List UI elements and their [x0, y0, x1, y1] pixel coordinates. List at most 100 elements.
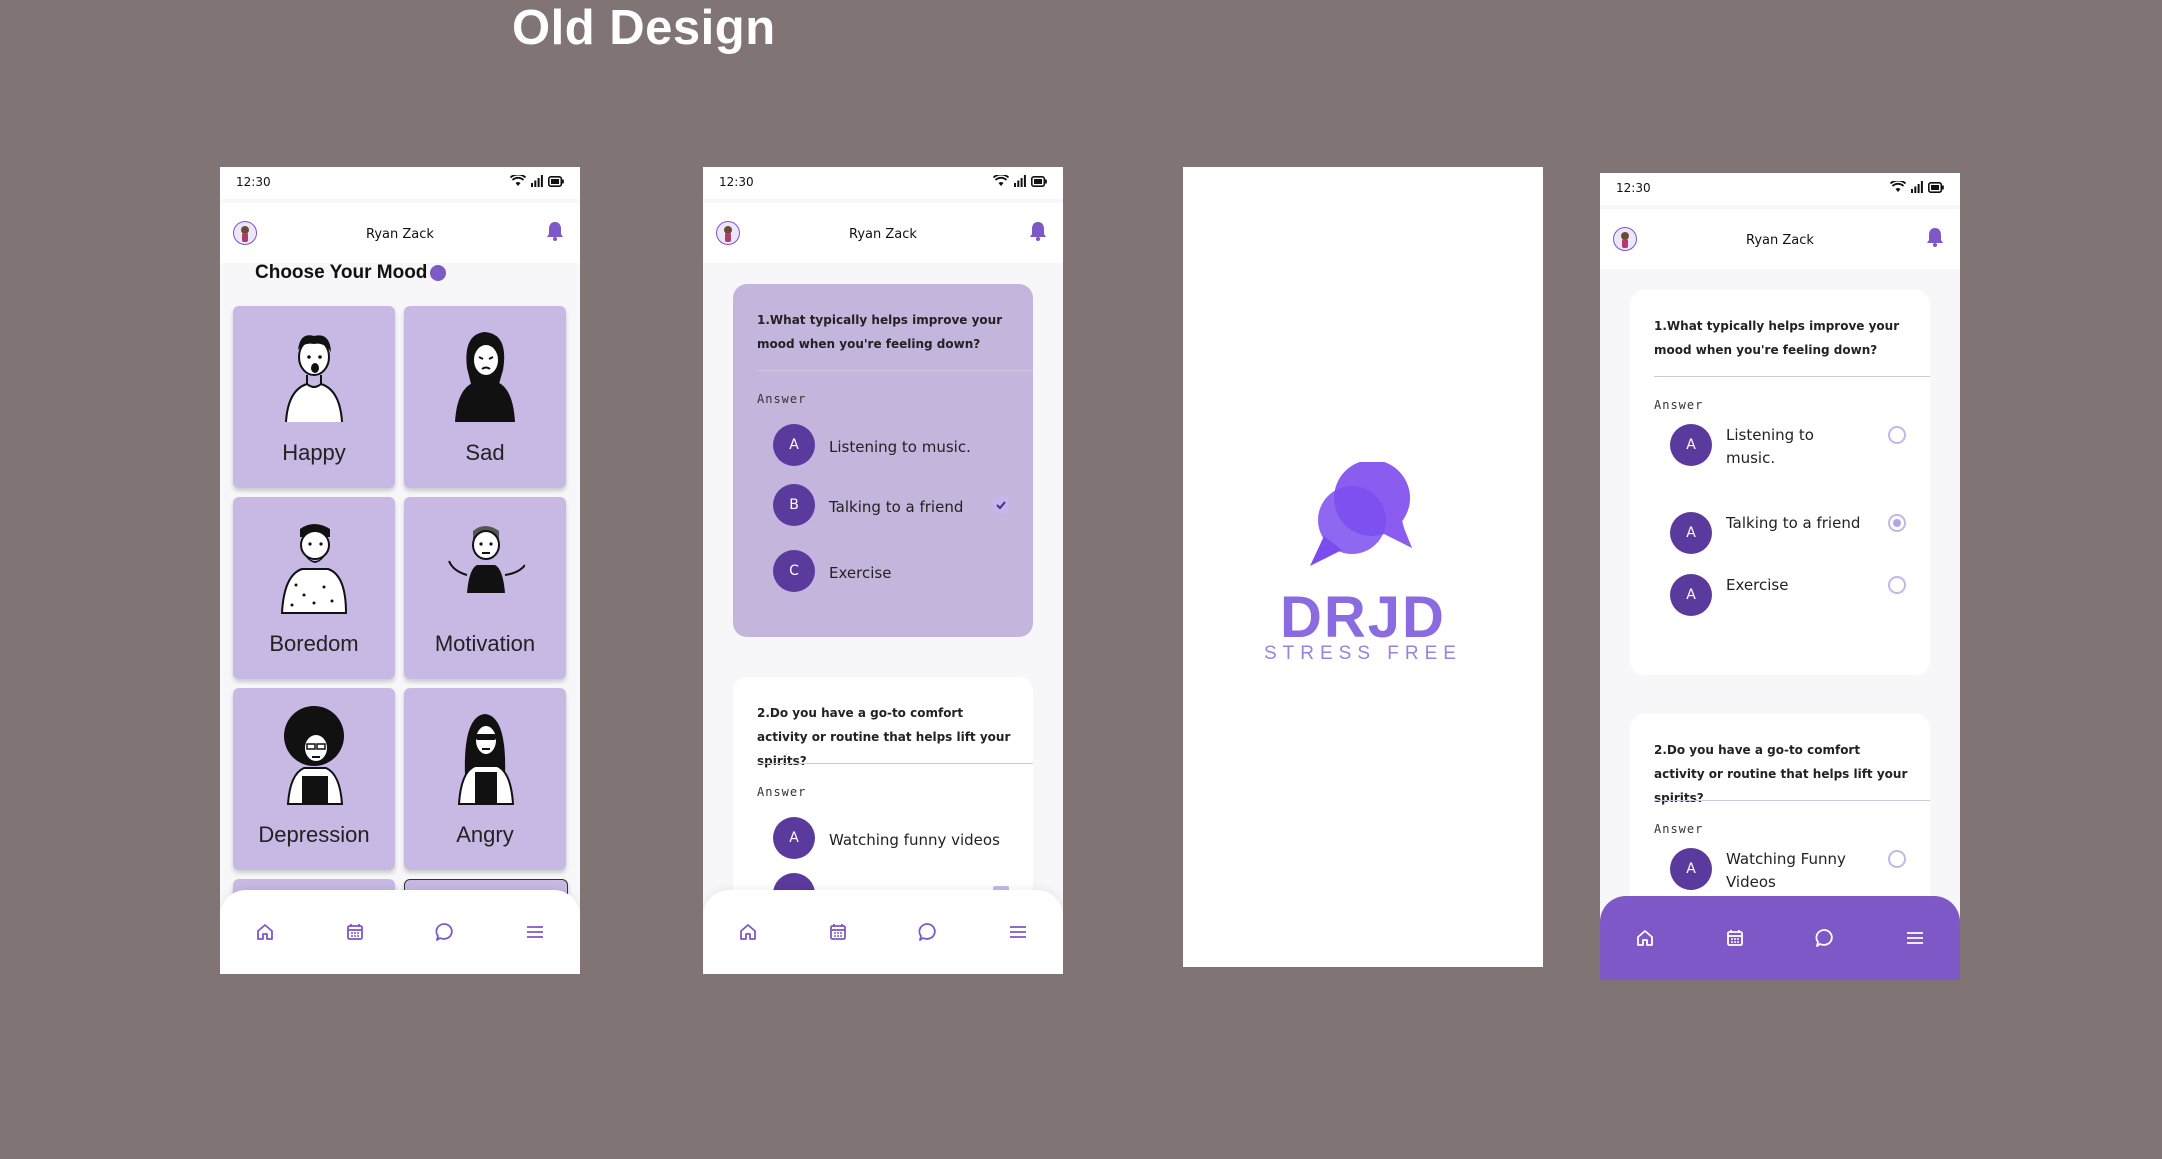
status-time: 12:30 — [719, 175, 754, 189]
mood-card-happy[interactable]: Happy — [233, 306, 395, 488]
divider — [757, 370, 1033, 371]
quiz-screen-1: 12:30 Ryan Zack 1.What typically helps i… — [703, 167, 1063, 974]
option-letter: A — [1670, 848, 1712, 890]
option-text: Exercise — [1726, 576, 1789, 594]
user-name: Ryan Zack — [1746, 233, 1814, 248]
bell-icon[interactable] — [1926, 227, 1944, 251]
divider — [1654, 376, 1930, 377]
option-talking-to-a-friend[interactable]: A Talking to a friend — [1670, 512, 1910, 556]
app-bar: Ryan Zack — [220, 203, 580, 263]
menu-icon[interactable] — [996, 910, 1040, 954]
option-b[interactable]: B Talking to a friend — [773, 484, 1013, 528]
bottom-nav — [220, 890, 580, 974]
mood-label: Depression — [258, 822, 370, 847]
chat-icon[interactable] — [906, 910, 950, 954]
mood-card-boredom[interactable]: Boredom — [233, 497, 395, 679]
answer-label: Answer — [757, 392, 807, 406]
option-letter: B — [773, 484, 815, 526]
status-time: 12:30 — [1616, 181, 1651, 195]
option-letter: A — [1670, 512, 1712, 554]
bell-icon[interactable] — [546, 221, 564, 245]
answer-label: Answer — [1654, 822, 1704, 836]
mood-label: Happy — [282, 440, 346, 465]
radio-button[interactable] — [1888, 576, 1906, 594]
bottom-nav — [1600, 896, 1960, 980]
option-text: Watching funny videos — [829, 831, 1000, 849]
radio-button[interactable] — [1888, 850, 1906, 868]
option-text: Listening to music. — [1726, 426, 1814, 467]
option-letter: A — [1670, 424, 1712, 466]
mood-card-angry[interactable]: Angry — [404, 688, 566, 870]
status-bar: 12:30 — [1600, 173, 1960, 205]
option-exercise[interactable]: A Exercise — [1670, 574, 1910, 618]
depression-figure-icon — [284, 706, 344, 805]
wifi-icon — [510, 175, 526, 186]
radio-button-selected[interactable] — [1888, 514, 1906, 532]
home-icon[interactable] — [243, 910, 287, 954]
wifi-icon — [1890, 181, 1906, 192]
divider — [1654, 800, 1930, 801]
signal-icon — [1014, 175, 1026, 187]
signal-icon — [531, 175, 543, 187]
motivation-figure-icon — [448, 526, 525, 593]
battery-icon — [1031, 175, 1047, 187]
question-card-1: 1.What typically helps improve your mood… — [733, 284, 1033, 637]
battery-icon — [1928, 181, 1944, 193]
option-letter: A — [1670, 574, 1712, 616]
page-title: Old Design — [512, 1, 776, 55]
calendar-icon[interactable] — [333, 910, 377, 954]
chat-bubbles-logo-icon — [1310, 462, 1412, 566]
home-icon[interactable] — [726, 910, 770, 954]
option-watching-funny-videos[interactable]: A Watching Funny Videos — [1670, 848, 1910, 892]
happy-figure-icon — [285, 335, 343, 423]
answer-label: Answer — [1654, 398, 1704, 412]
brand-name: DRJD — [1280, 585, 1446, 650]
mood-card-motivation[interactable]: Motivation — [404, 497, 566, 679]
option-text: Watching Funny Videos — [1726, 850, 1846, 891]
user-name: Ryan Zack — [849, 227, 917, 242]
splash-screen: DRJD STRESS FREE — [1183, 167, 1543, 967]
calendar-icon[interactable] — [816, 910, 860, 954]
option-letter: C — [773, 550, 815, 592]
chat-icon[interactable] — [423, 910, 467, 954]
option-letter: A — [773, 817, 815, 859]
check-icon — [996, 501, 1006, 510]
option-a[interactable]: A Watching funny videos — [773, 817, 1013, 861]
checkbox-checked[interactable] — [993, 497, 1009, 513]
option-text: Listening to music. — [829, 438, 971, 456]
option-a[interactable]: A Listening to music. — [773, 424, 1013, 468]
signal-icon — [1911, 181, 1923, 193]
sad-figure-icon — [455, 332, 515, 422]
chat-icon[interactable] — [1803, 916, 1847, 960]
radio-button[interactable] — [1888, 426, 1906, 444]
divider — [757, 763, 1033, 764]
mood-emoji-icon — [430, 264, 447, 281]
quiz-screen-2: 12:30 Ryan Zack 1.What typically helps i… — [1600, 173, 1960, 980]
option-c[interactable]: C Exercise — [773, 550, 1013, 594]
option-letter: A — [773, 424, 815, 466]
menu-icon[interactable] — [513, 910, 557, 954]
option-listening-to-music[interactable]: A Listening to music. — [1670, 424, 1910, 468]
mood-label: Boredom — [269, 631, 359, 656]
mood-label: Motivation — [434, 631, 536, 656]
mood-card-sad[interactable]: Sad — [404, 306, 566, 488]
app-bar: Ryan Zack — [703, 203, 1063, 263]
app-bar: Ryan Zack — [1600, 209, 1960, 269]
mood-title: Choose Your Mood — [255, 262, 447, 284]
home-icon[interactable] — [1623, 916, 1667, 960]
bell-icon[interactable] — [1029, 221, 1047, 245]
mood-label: Angry — [456, 822, 514, 847]
calendar-icon[interactable] — [1713, 916, 1757, 960]
question-card-1: 1.What typically helps improve your mood… — [1630, 290, 1930, 675]
mood-card-depression[interactable]: Depression — [233, 688, 395, 870]
brand-tagline: STRESS FREE — [1264, 643, 1462, 664]
question-text: 1.What typically helps improve your mood… — [1654, 319, 1900, 357]
status-time: 12:30 — [236, 175, 271, 189]
question-text: 1.What typically helps improve your mood… — [757, 313, 1003, 351]
menu-icon[interactable] — [1893, 916, 1937, 960]
mood-screen: 12:30 Ryan Zack Choose Your Mood Happy S… — [220, 167, 580, 974]
boredom-figure-icon — [280, 524, 348, 614]
mood-label: Sad — [465, 440, 505, 465]
option-text: Talking to a friend — [1726, 514, 1861, 532]
option-text: Exercise — [829, 564, 892, 582]
